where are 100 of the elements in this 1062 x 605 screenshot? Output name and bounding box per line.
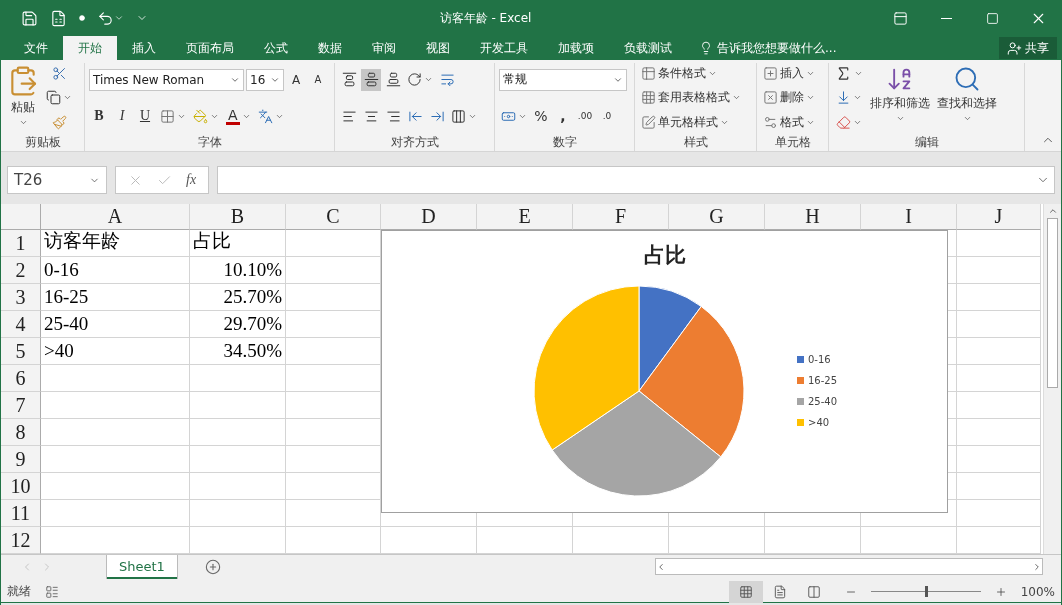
chart-area[interactable]: 占比 0-16 16-25 25-40 >40 <box>381 230 948 513</box>
styles-button[interactable]: 条件格式 <box>639 63 743 85</box>
row-header[interactable]: 4 <box>1 311 41 338</box>
font-name-dropdown[interactable]: Times New Roman <box>89 68 244 91</box>
insert-function-button[interactable]: fx <box>186 172 197 188</box>
row-header[interactable]: 9 <box>1 446 41 473</box>
ribbon-tab[interactable]: 开发工具 <box>465 36 543 60</box>
ribbon-tab[interactable]: 审阅 <box>357 36 411 60</box>
column-header[interactable]: J <box>957 204 1041 230</box>
merge-icon <box>451 108 466 124</box>
table-icon <box>641 66 656 82</box>
row-header[interactable]: 8 <box>1 419 41 446</box>
column-header[interactable]: G <box>669 204 765 230</box>
ribbon-tab[interactable]: 视图 <box>411 36 465 60</box>
zoom-text: 100% <box>1020 584 1055 599</box>
row-header[interactable]: 3 <box>1 284 41 311</box>
grow-font-button[interactable]: A <box>286 68 306 91</box>
zoom-thumb[interactable] <box>924 586 928 597</box>
view-button[interactable] <box>728 580 763 603</box>
brush-icon <box>51 114 67 130</box>
ribbon-tab[interactable]: 负载测试 <box>609 36 687 60</box>
column-header[interactable]: I <box>861 204 957 230</box>
caret-icon <box>18 118 28 127</box>
sliders-icon <box>763 114 778 130</box>
ribbon-tab[interactable]: 插入 <box>117 36 171 60</box>
ribbon-tab[interactable]: 文件 <box>9 36 63 60</box>
increase-decimal-button[interactable]: .00 <box>575 105 595 128</box>
sheet-tab[interactable]: Sheet1 <box>107 555 177 579</box>
cells-button[interactable]: 插入 <box>761 63 817 85</box>
sort-filter-button[interactable]: 排序和筛选 <box>868 63 932 133</box>
row-header[interactable]: 5 <box>1 338 41 365</box>
row-header[interactable]: 12 <box>1 527 41 554</box>
maximize-icon <box>985 11 999 25</box>
ribbon-tab[interactable]: 数据 <box>303 36 357 60</box>
vertical-scrollbar[interactable] <box>1043 204 1061 554</box>
ribbon-tab[interactable]: 加载项 <box>543 36 609 60</box>
bold-button[interactable]: B <box>89 105 109 128</box>
ribbon-tab[interactable]: 公式 <box>249 36 303 60</box>
percent-button[interactable]: % <box>531 105 551 128</box>
shrink-font-button[interactable]: A <box>308 68 328 91</box>
chevron-right-icon <box>1032 561 1042 572</box>
column-header[interactable]: B <box>190 204 286 230</box>
cells-button[interactable]: 格式 <box>761 111 817 133</box>
row-header[interactable]: 11 <box>1 500 41 527</box>
paste-button[interactable]: 粘贴 <box>5 63 41 133</box>
align-right-icon <box>385 108 401 124</box>
group-label: 剪贴板 <box>23 134 62 151</box>
decrease-decimal-button[interactable]: .0 <box>597 105 617 128</box>
legend-label: 25-40 <box>808 395 838 407</box>
legend-label: >40 <box>808 416 830 428</box>
chart-title: 占比 <box>643 242 686 269</box>
plus-square-icon <box>763 66 778 82</box>
underline-button[interactable]: U <box>135 105 155 128</box>
styles-button[interactable]: 套用表格格式 <box>639 87 743 109</box>
find-select-button[interactable]: 查找和选择 <box>935 63 999 133</box>
group-label: 对齐方式 <box>389 134 440 151</box>
column-header[interactable]: E <box>477 204 573 230</box>
scroll-thumb[interactable] <box>1047 218 1058 388</box>
rotate-icon <box>407 72 422 88</box>
status-text: 就绪 <box>7 583 31 600</box>
ribbon-tab[interactable]: 开始 <box>63 36 117 60</box>
number-format-dropdown[interactable]: 常规 <box>499 68 627 91</box>
share-button[interactable]: 共享 <box>999 37 1057 59</box>
align-middle-button[interactable] <box>361 68 381 91</box>
column-header[interactable]: C <box>286 204 381 230</box>
row-header[interactable]: 10 <box>1 473 41 500</box>
italic-button[interactable]: I <box>112 105 132 128</box>
column-header[interactable]: D <box>381 204 477 230</box>
macro-record-button[interactable] <box>45 584 59 599</box>
paint-bucket-icon <box>193 108 208 124</box>
column-header[interactable]: A <box>41 204 190 230</box>
row-header[interactable]: 7 <box>1 392 41 419</box>
font-size-dropdown[interactable]: 16 <box>246 68 284 91</box>
row-header[interactable]: 6 <box>1 365 41 392</box>
zoom-in-button[interactable] <box>994 585 1007 598</box>
formula-field[interactable] <box>217 166 1055 194</box>
person-icon <box>1007 40 1022 56</box>
table-cell: 10.10% <box>190 257 286 284</box>
align-bottom-icon <box>385 72 401 88</box>
comma-button[interactable]: , <box>553 105 573 128</box>
caret-icon <box>962 114 972 123</box>
tell-me-field[interactable]: 告诉我您想要做什么... <box>717 39 837 57</box>
table-cell: 占比 <box>190 230 286 257</box>
styles-button[interactable]: 单元格样式 <box>639 111 743 133</box>
columns-icon <box>806 584 821 599</box>
cells-button[interactable]: 删除 <box>761 87 817 109</box>
select-all-corner[interactable] <box>1 204 41 230</box>
lightbulb-icon <box>699 41 713 55</box>
font-color-button[interactable]: A <box>224 105 253 128</box>
horizontal-scrollbar[interactable] <box>655 558 1043 575</box>
caret-icon <box>114 13 124 23</box>
add-sheet-button[interactable] <box>204 559 221 575</box>
group-label: 单元格 <box>773 134 812 151</box>
column-header[interactable]: H <box>765 204 861 230</box>
dot-icon <box>79 15 85 21</box>
row-header[interactable]: 2 <box>1 257 41 284</box>
ribbon-tab[interactable]: 页面布局 <box>171 36 249 60</box>
column-header[interactable]: F <box>573 204 669 230</box>
name-box[interactable]: T26 <box>7 166 107 194</box>
row-header[interactable]: 1 <box>1 230 41 257</box>
